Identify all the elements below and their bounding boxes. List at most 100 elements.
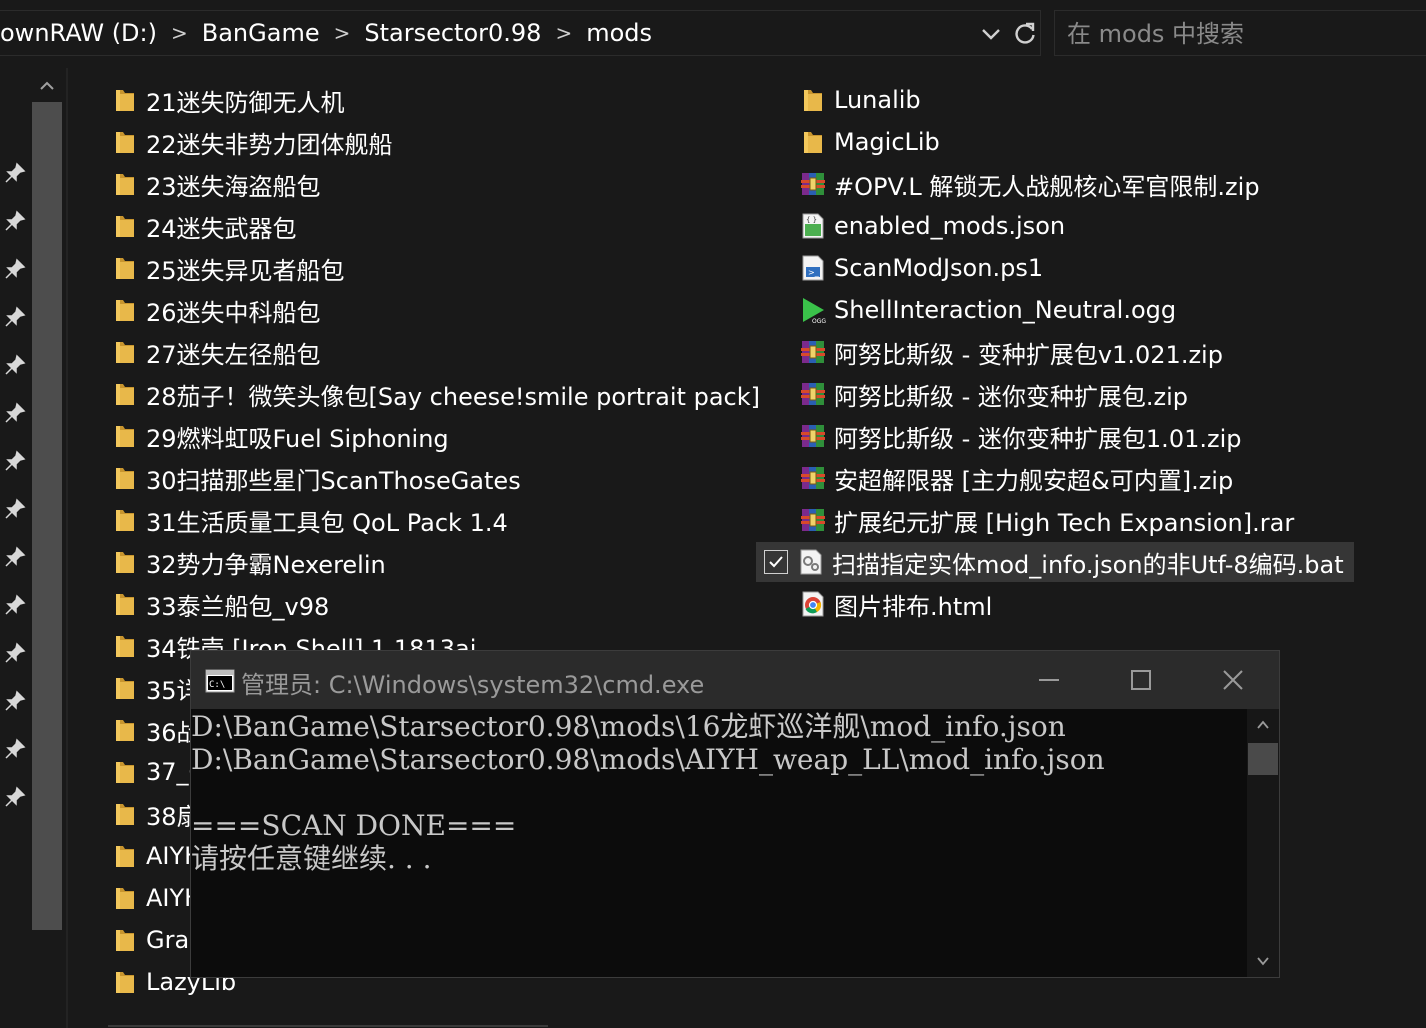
folder-item[interactable]: 22迷失非势力团体舰船 bbox=[112, 122, 393, 162]
folder-item[interactable]: 24迷失武器包 bbox=[112, 206, 297, 246]
folder-item[interactable]: 30扫描那些星门ScanThoseGates bbox=[112, 458, 521, 498]
address-bar-row: ownRAW (D:) > BanGame > Starsector0.98 >… bbox=[0, 0, 1426, 68]
item-name: 25迷失异见者船包 bbox=[146, 256, 345, 285]
folder-item[interactable]: 32势力争霸Nexerelin bbox=[112, 542, 386, 582]
folder-icon bbox=[116, 384, 134, 405]
close-button[interactable] bbox=[1187, 651, 1279, 709]
scroll-down-icon[interactable] bbox=[1256, 955, 1270, 967]
search-box[interactable] bbox=[1054, 10, 1426, 56]
folder-item[interactable]: 35详 bbox=[112, 668, 201, 708]
folder-icon bbox=[804, 132, 822, 153]
file-item[interactable]: 阿努比斯级 - 迷你变种扩展包1.01.zip bbox=[800, 416, 1241, 456]
console-line: D:\BanGame\Starsector0.98\mods\AIYH_weap… bbox=[191, 743, 1105, 776]
folder-item[interactable]: 33泰兰船包_v98 bbox=[112, 584, 329, 624]
file-item[interactable]: 阿努比斯级 - 变种扩展包v1.021.zip bbox=[800, 332, 1223, 372]
checkmark-icon bbox=[769, 556, 783, 568]
maximize-icon bbox=[1131, 670, 1151, 690]
folder-icon bbox=[116, 510, 134, 531]
chevron-down-icon[interactable] bbox=[978, 21, 1004, 47]
svg-text:>_: >_ bbox=[808, 268, 820, 277]
item-name: 26迷失中科船包 bbox=[146, 298, 321, 327]
pin-icon bbox=[5, 498, 26, 519]
winrar-archive-icon bbox=[801, 509, 825, 531]
folder-item[interactable]: Lunalib bbox=[800, 80, 921, 120]
item-name: 22迷失非势力团体舰船 bbox=[146, 130, 393, 159]
file-item[interactable]: 扫描指定实体mod_info.json的非Utf-8编码.bat bbox=[756, 542, 1354, 582]
breadcrumb: ownRAW (D:) > BanGame > Starsector0.98 >… bbox=[0, 11, 652, 55]
address-bar[interactable]: ownRAW (D:) > BanGame > Starsector0.98 >… bbox=[0, 10, 1041, 56]
breadcrumb-separator-icon[interactable]: > bbox=[555, 21, 572, 45]
scroll-up-icon[interactable] bbox=[1256, 719, 1270, 731]
breadcrumb-drive[interactable]: ownRAW (D:) bbox=[0, 19, 157, 47]
console-line: ===SCAN DONE=== bbox=[191, 809, 517, 842]
breadcrumb-starsector[interactable]: Starsector0.98 bbox=[364, 19, 541, 47]
item-name: 32势力争霸Nexerelin bbox=[146, 550, 386, 579]
minimize-button[interactable] bbox=[1003, 651, 1095, 709]
pin-icon bbox=[5, 786, 26, 807]
folder-item[interactable]: AIYH bbox=[112, 878, 202, 918]
file-item[interactable]: >_ ScanModJson.ps1 bbox=[800, 248, 1043, 288]
file-item[interactable]: OGG ShellInteraction_Neutral.ogg bbox=[800, 290, 1176, 330]
svg-text:OGG: OGG bbox=[812, 318, 826, 324]
folder-item[interactable]: AIYH bbox=[112, 836, 202, 876]
cmd-titlebar[interactable]: C:\ 管理员: C:\Windows\system32\cmd.exe bbox=[191, 651, 1279, 709]
file-item[interactable]: 扩展纪元扩展 [High Tech Expansion].rar bbox=[800, 500, 1294, 540]
folder-item[interactable]: 25迷失异见者船包 bbox=[112, 248, 345, 288]
breadcrumb-separator-icon[interactable]: > bbox=[171, 21, 188, 45]
item-name: 24迷失武器包 bbox=[146, 214, 297, 243]
folder-item[interactable]: MagicLib bbox=[800, 122, 940, 162]
folder-item[interactable]: 38扇 bbox=[112, 794, 201, 834]
horizontal-scrollbar[interactable] bbox=[108, 1025, 548, 1027]
folder-icon bbox=[116, 468, 134, 489]
item-name: Lunalib bbox=[834, 86, 921, 114]
folder-item[interactable]: 26迷失中科船包 bbox=[112, 290, 321, 330]
folder-icon bbox=[116, 720, 134, 741]
pin-icon bbox=[5, 162, 26, 183]
item-name: 28茄子！微笑头像包[Say cheese!smile portrait pac… bbox=[146, 382, 760, 411]
svg-text:{ }: { } bbox=[806, 216, 817, 224]
breadcrumb-separator-icon[interactable]: > bbox=[334, 21, 351, 45]
folder-icon bbox=[116, 342, 134, 363]
folder-item[interactable]: 23迷失海盗船包 bbox=[112, 164, 321, 204]
cmd-console-output[interactable]: D:\BanGame\Starsector0.98\mods\16龙虾巡洋舰\m… bbox=[191, 709, 1247, 977]
pin-icon bbox=[5, 210, 26, 231]
svg-text:C:\: C:\ bbox=[209, 680, 225, 690]
item-name: 30扫描那些星门ScanThoseGates bbox=[146, 466, 521, 495]
winrar-archive-icon bbox=[801, 173, 825, 195]
winrar-archive-icon bbox=[801, 341, 825, 363]
folder-item[interactable]: 28茄子！微笑头像包[Say cheese!smile portrait pac… bbox=[112, 374, 760, 414]
refresh-icon[interactable] bbox=[1012, 21, 1038, 47]
pin-icon bbox=[5, 258, 26, 279]
breadcrumb-bangame[interactable]: BanGame bbox=[202, 19, 320, 47]
folder-item[interactable]: 31生活质量工具包 QoL Pack 1.4 bbox=[112, 500, 508, 540]
cmd-scrollbar[interactable] bbox=[1247, 709, 1279, 977]
pin-icon bbox=[5, 546, 26, 567]
scroll-up-icon[interactable] bbox=[36, 78, 58, 94]
folder-icon bbox=[116, 762, 134, 783]
folder-icon bbox=[116, 804, 134, 825]
ogg-media-icon: OGG bbox=[803, 298, 826, 324]
batch-file-icon bbox=[800, 549, 822, 575]
file-item[interactable]: 图片排布.html bbox=[800, 584, 992, 624]
item-name: 阿努比斯级 - 变种扩展包v1.021.zip bbox=[834, 340, 1223, 369]
folder-item[interactable]: 27迷失左径船包 bbox=[112, 332, 321, 372]
folder-item[interactable]: 21迷失防御无人机 bbox=[112, 80, 345, 120]
file-item[interactable]: #OPV.L 解锁无人战舰核心军官限制.zip bbox=[800, 164, 1260, 204]
selection-checkbox[interactable] bbox=[764, 550, 788, 574]
search-input[interactable] bbox=[1065, 18, 1409, 50]
file-item[interactable]: { } enabled_mods.json bbox=[800, 206, 1065, 246]
file-item[interactable]: 阿努比斯级 - 迷你变种扩展包.zip bbox=[800, 374, 1188, 414]
item-name: MagicLib bbox=[834, 128, 940, 156]
navigation-pane bbox=[0, 68, 68, 1028]
item-name: 21迷失防御无人机 bbox=[146, 88, 345, 117]
navigation-scrollbar[interactable] bbox=[32, 102, 62, 930]
maximize-button[interactable] bbox=[1095, 651, 1187, 709]
item-name: enabled_mods.json bbox=[834, 212, 1066, 240]
file-item[interactable]: 安超解限器 [主力舰安超&可内置].zip bbox=[800, 458, 1233, 498]
cmd-window[interactable]: C:\ 管理员: C:\Windows\system32\cmd.exe D:\… bbox=[190, 650, 1280, 978]
folder-item[interactable]: 36战 bbox=[112, 710, 201, 750]
folder-icon bbox=[116, 90, 134, 111]
folder-item[interactable]: 29燃料虹吸Fuel Siphoning bbox=[112, 416, 449, 456]
breadcrumb-mods[interactable]: mods bbox=[586, 19, 652, 47]
cmd-scroll-thumb[interactable] bbox=[1248, 743, 1278, 775]
